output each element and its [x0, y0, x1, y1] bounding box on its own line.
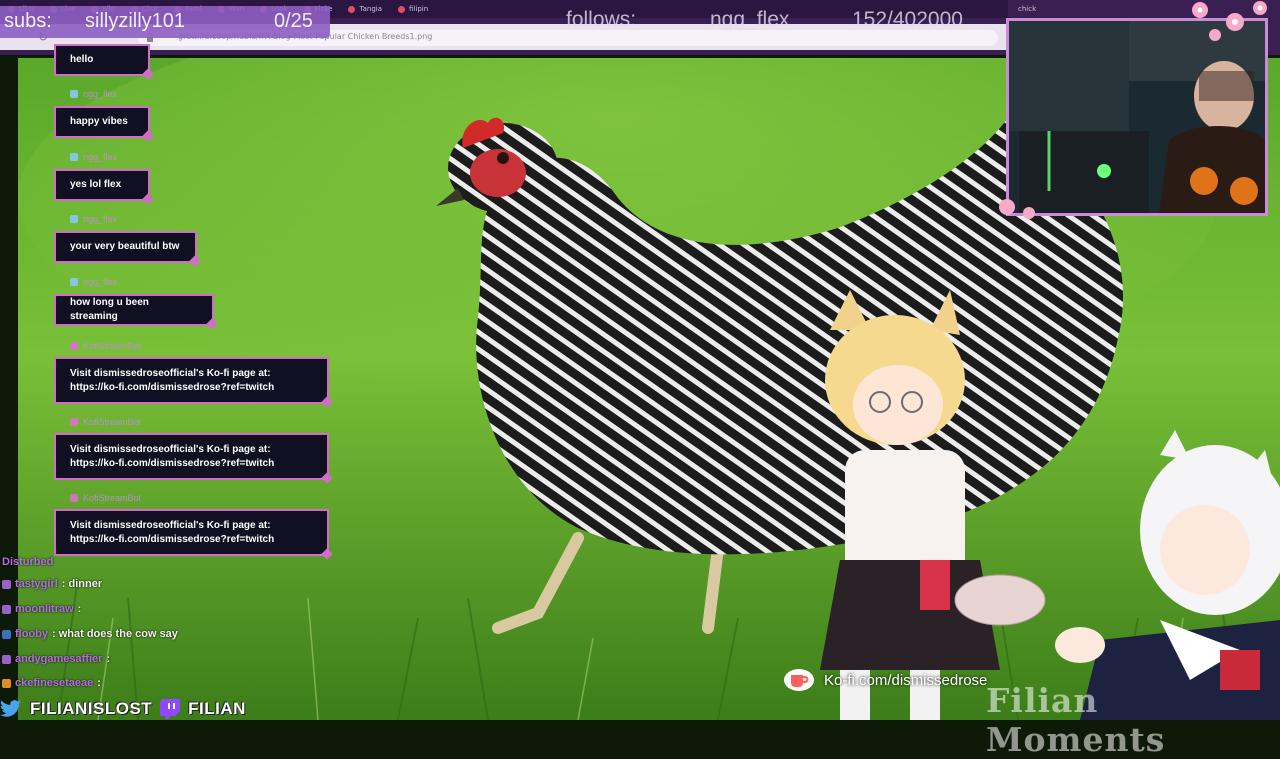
social-links: FILIANISLOST FILIAN: [0, 697, 246, 720]
chat-username: ngg_flex: [70, 277, 117, 287]
cam-tab-label: chick: [1018, 4, 1037, 13]
pencil-icon: [70, 418, 78, 426]
chat-line: Disturbed: [2, 556, 54, 568]
badge-icon: [2, 629, 11, 639]
follows-label: follows:: [566, 8, 637, 31]
kofi-cup-icon: [784, 669, 814, 691]
chat-username: KofiStreamBot: [70, 341, 141, 351]
channel-watermark: Filian Moments: [986, 681, 1166, 759]
subs-user: sillyzilly101: [85, 10, 186, 32]
flower-decoration-icon: [999, 199, 1035, 219]
follows-goal: 152/402000: [852, 8, 963, 31]
chat-message: Visit dismissedroseofficial's Ko-fi page…: [54, 509, 329, 556]
badge-icon: [2, 604, 11, 614]
vtuber-avatar-white-hair: [1055, 430, 1280, 720]
chat-message: happy vibes: [54, 106, 150, 138]
chat-line: moonlitraw:: [2, 603, 81, 615]
chat-message: Visit dismissedroseofficial's Ko-fi page…: [54, 433, 329, 480]
twitch-handle[interactable]: FILIAN: [188, 699, 246, 719]
browser-tab[interactable]: filipin: [390, 1, 436, 17]
chat-username: ngg_flex: [70, 152, 117, 162]
badge-icon: [70, 278, 78, 286]
badge-icon: [2, 678, 11, 688]
badge-icon: [2, 654, 11, 664]
badge-icon: [70, 215, 78, 223]
chat-username: ngg_flex: [70, 89, 117, 99]
chat-username: KofiStreamBot: [70, 417, 141, 427]
chat-message: Visit dismissedroseofficial's Ko-fi page…: [54, 357, 329, 404]
chat-message: hello: [54, 44, 150, 76]
follows-counter: follows: ngg_flex 152/402000: [560, 4, 1005, 34]
pencil-icon: [70, 342, 78, 350]
badge-icon: [70, 90, 78, 98]
pencil-icon: [70, 494, 78, 502]
twitter-icon: [0, 699, 21, 717]
chat-username: ngg_flex: [70, 214, 117, 224]
vtuber-avatar-blonde: [820, 290, 1046, 720]
chat-line: tastygirl: dinner: [2, 578, 102, 590]
subs-counter: subs: sillyzilly101 0/25: [0, 6, 330, 38]
kofi-url: Ko-fi.com/dismissedrose: [824, 671, 988, 689]
subs-goal: 0/25: [274, 10, 313, 32]
kofi-link[interactable]: Ko-fi.com/dismissedrose: [784, 667, 987, 693]
badge-icon: [2, 579, 11, 589]
chat-line: flooby: what does the cow say: [2, 628, 178, 640]
chat-message: how long u been streaming: [54, 294, 214, 326]
chat-username: KofiStreamBot: [70, 493, 141, 503]
follows-user: ngg_flex: [710, 8, 790, 31]
badge-icon: [70, 153, 78, 161]
favicon-icon: [398, 5, 406, 13]
browser-tab[interactable]: Tangia: [340, 1, 390, 17]
chat-line: ckefinesetaeae:: [2, 677, 101, 689]
chat-line: andygamesaffier:: [2, 653, 110, 665]
twitter-handle[interactable]: FILIANISLOST: [30, 699, 152, 719]
flower-decoration-icon: [1192, 1, 1267, 41]
twitch-icon: [160, 698, 181, 719]
subs-label: subs:: [4, 10, 52, 32]
chat-message: your very beautiful btw: [54, 231, 197, 263]
chat-message: yes lol flex: [54, 169, 150, 201]
favicon-icon: [348, 5, 356, 13]
